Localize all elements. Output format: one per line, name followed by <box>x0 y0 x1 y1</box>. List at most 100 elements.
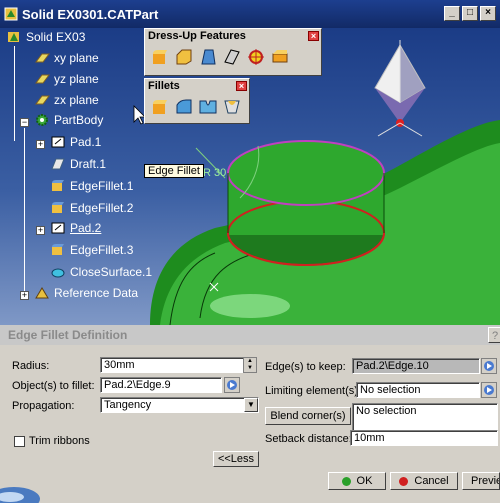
setback-input[interactable]: 10mm <box>350 430 498 446</box>
feature-label: EdgeFillet.2 <box>70 201 134 215</box>
radius-spinner[interactable]: ▲ ▼ <box>243 357 257 373</box>
tree-item-zx-plane[interactable]: zx plane <box>34 93 99 107</box>
thread-tool-icon[interactable] <box>269 46 291 68</box>
chamfer-tool-icon[interactable] <box>173 46 195 68</box>
thickness-tool-icon[interactable] <box>245 46 267 68</box>
tree-item-pad1[interactable]: Pad.1 <box>50 135 101 149</box>
tritangent-fillet-icon[interactable] <box>221 96 243 118</box>
plane-icon <box>35 95 50 105</box>
dressup-toolbar-title: Dress-Up Features <box>148 30 246 42</box>
blend-corners-button[interactable]: Blend corner(s) <box>265 407 351 425</box>
trim-ribbons-checkbox[interactable] <box>14 436 25 447</box>
objects-input[interactable]: Pad.2\Edge.9 <box>100 377 222 393</box>
expand-toggle[interactable]: + <box>36 140 45 149</box>
face-face-fillet-icon[interactable] <box>197 96 219 118</box>
feature-label: EdgeFillet.1 <box>70 179 134 193</box>
pad-icon <box>51 136 65 148</box>
plane-icon <box>35 74 50 84</box>
less-button[interactable]: <<Less <box>213 451 259 467</box>
radius-label: Radius: <box>12 360 50 372</box>
feature-label: EdgeFillet.3 <box>70 243 134 257</box>
minimize-button[interactable]: _ <box>444 6 460 21</box>
feature-label: Draft.1 <box>70 157 107 171</box>
maximize-button[interactable]: □ <box>462 6 478 21</box>
3d-viewport[interactable]: R 30 Solid EX03 xy plane yz plane zx pla… <box>0 28 500 325</box>
edges-to-keep-input[interactable]: Pad.2\Edge.10 <box>352 358 480 374</box>
tree-item-draft1[interactable]: Draft.1 <box>50 157 106 171</box>
chevron-down-icon[interactable]: ▼ <box>244 398 258 412</box>
plane-icon <box>35 53 50 63</box>
draft-tool-icon[interactable] <box>197 46 219 68</box>
ok-label: OK <box>356 475 373 487</box>
cylinder-top-face <box>227 140 385 206</box>
radius-dimension-label: R 30 <box>203 167 226 179</box>
tree-item-edgefillet3[interactable]: EdgeFillet.3 <box>50 243 133 257</box>
dialog-title: Edge Fillet Definition <box>0 325 500 345</box>
objects-select-icon[interactable] <box>224 377 240 393</box>
shell-tool-icon[interactable] <box>221 46 243 68</box>
tree-item-closesurface1[interactable]: CloseSurface.1 <box>50 265 152 279</box>
tree-root[interactable]: Solid EX03 <box>6 30 85 44</box>
compass-icon <box>374 40 426 137</box>
part-root-icon <box>8 32 19 42</box>
plane-label: yz plane <box>54 72 99 86</box>
dressup-toolbar: Dress-Up Features × <box>144 28 322 76</box>
feature-label: Pad.1 <box>70 135 102 149</box>
edge-fillet-icon <box>52 244 64 255</box>
catia-part-icon <box>4 7 18 21</box>
limiting-input[interactable]: No selection <box>356 382 480 398</box>
ok-button[interactable]: OK <box>328 472 386 490</box>
blend-corners-input[interactable]: No selection <box>352 403 498 431</box>
close-button[interactable]: × <box>480 6 496 21</box>
cancel-label: Cancel <box>414 475 449 487</box>
reference-data-icon <box>35 287 49 299</box>
feature-label: CloseSurface.1 <box>70 265 153 279</box>
edges-to-keep-label: Edge(s) to keep: <box>265 361 346 373</box>
edges-to-keep-select-icon[interactable] <box>481 358 497 374</box>
variable-fillet-icon[interactable] <box>173 96 195 118</box>
propagation-select[interactable]: Tangency <box>100 397 259 413</box>
edge-fillet-button-icon[interactable] <box>149 96 171 118</box>
propagation-label: Propagation: <box>12 400 75 412</box>
expand-toggle[interactable]: + <box>20 291 29 300</box>
edge-fillet-tool-icon[interactable] <box>149 46 171 68</box>
tree-item-xy-plane[interactable]: xy plane <box>34 51 99 65</box>
limiting-label: Limiting element(s): <box>265 385 361 397</box>
tree-item-reference-data[interactable]: Reference Data <box>34 286 138 300</box>
window-title: Solid EX0301.CATPart <box>22 6 159 22</box>
preview-button[interactable]: Previe <box>462 472 500 490</box>
edge-fillet-icon <box>52 202 64 213</box>
radius-input[interactable]: 30mm <box>100 357 244 373</box>
plane-label: xy plane <box>54 51 99 65</box>
pad-icon <box>51 222 65 234</box>
tooltip: Edge Fillet <box>144 164 204 178</box>
tree-item-yz-plane[interactable]: yz plane <box>34 72 99 86</box>
help-button[interactable]: ? <box>488 327 500 343</box>
tree-item-pad2[interactable]: Pad.2 <box>50 221 101 235</box>
cancel-icon <box>399 476 409 486</box>
setback-label: Setback distance: <box>265 433 352 445</box>
feature-label-selected: Pad.2 <box>70 221 102 235</box>
close-icon[interactable]: × <box>308 31 319 41</box>
expand-toggle[interactable]: + <box>36 226 45 235</box>
plane-label: zx plane <box>54 93 99 107</box>
edge-fillet-icon <box>52 180 64 191</box>
reference-data-label: Reference Data <box>54 286 139 300</box>
ok-icon <box>341 476 351 486</box>
tree-item-partbody[interactable]: PartBody <box>34 113 103 127</box>
edge-fillet-dialog: Edge Fillet Definition ? Radius: 30mm ▲ ▼… <box>0 325 500 503</box>
cancel-button[interactable]: Cancel <box>390 472 458 490</box>
gear-icon <box>36 114 48 126</box>
decorative-globe-icon <box>0 487 40 503</box>
close-icon[interactable]: × <box>236 81 247 91</box>
draft-icon <box>51 158 65 170</box>
close-surface-icon <box>51 268 65 278</box>
tree-item-edgefillet1[interactable]: EdgeFillet.1 <box>50 179 133 193</box>
collapse-toggle[interactable]: − <box>20 118 29 127</box>
fillets-toolbar: Fillets × <box>144 78 250 124</box>
trim-ribbons-label: Trim ribbons <box>29 435 90 447</box>
limiting-select-icon[interactable] <box>481 382 497 398</box>
part-shine <box>210 294 290 318</box>
objects-label: Object(s) to fillet: <box>12 380 95 392</box>
tree-item-edgefillet2[interactable]: EdgeFillet.2 <box>50 201 133 215</box>
